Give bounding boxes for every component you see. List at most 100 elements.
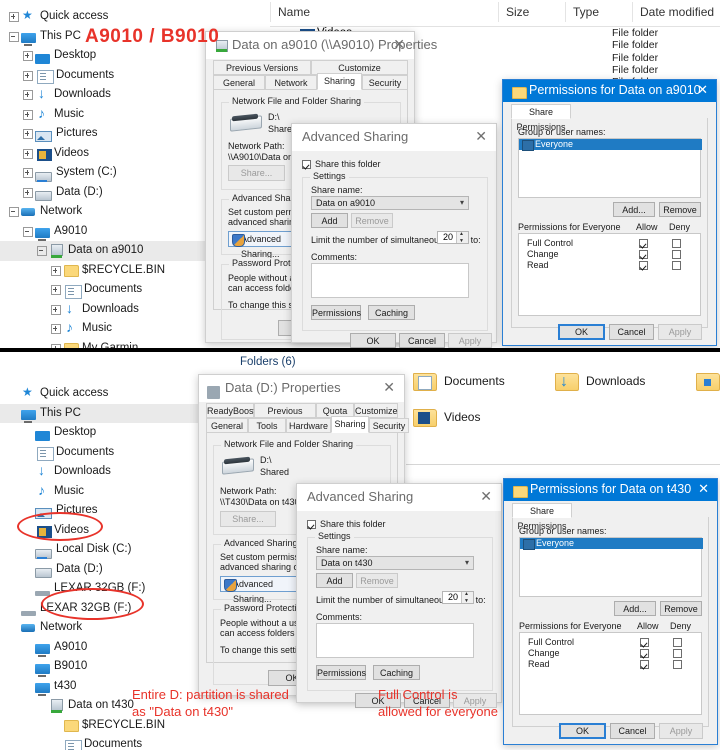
apply-button[interactable]: Apply <box>659 723 703 739</box>
tree-item-data-d[interactable]: Data (D:) <box>0 183 205 203</box>
share-this-folder-checkbox[interactable] <box>302 160 311 169</box>
allow-checkbox[interactable] <box>640 638 649 647</box>
ok-button[interactable]: OK <box>559 723 606 739</box>
deny-checkbox[interactable] <box>673 638 682 647</box>
tile-partial[interactable] <box>695 370 720 392</box>
collapse-icon[interactable] <box>36 245 47 257</box>
tree-item-downloads[interactable]: Downloads <box>0 299 205 320</box>
expand-icon[interactable] <box>22 109 33 120</box>
expand-icon[interactable] <box>22 70 33 81</box>
tab-sharing[interactable]: Sharing <box>331 416 369 433</box>
spinner-arrows-icon[interactable] <box>461 591 473 604</box>
tree-item-music[interactable]: Music <box>0 318 205 339</box>
spinner-arrows-icon[interactable] <box>456 231 468 244</box>
share-button[interactable]: Share... <box>220 511 276 527</box>
caching-button[interactable]: Caching <box>373 665 420 680</box>
tab-security[interactable]: Security <box>362 75 408 90</box>
tree-item-downloads[interactable]: Downloads <box>0 461 205 482</box>
add-button[interactable]: Add <box>316 573 353 588</box>
column-header-date-modified[interactable]: Date modified <box>640 5 714 19</box>
tile-downloads[interactable]: ↓ Downloads <box>554 370 645 392</box>
dialog-titlebar[interactable]: Advanced Sharing ✕ <box>292 124 496 151</box>
dialog-titlebar[interactable]: Data (D:) Properties ✕ <box>199 375 404 402</box>
dialog-titlebar[interactable]: Data on a9010 (\\A9010) Properties ✕ <box>206 32 437 59</box>
allow-checkbox[interactable] <box>639 250 648 259</box>
tree-item-recycle-bin[interactable]: $RECYCLE.BIN <box>0 261 205 281</box>
add-button[interactable]: Add... <box>613 202 655 217</box>
navigation-tree-top[interactable]: Quick access This PC Desktop Documents Downl… <box>0 0 205 348</box>
deny-checkbox[interactable] <box>673 649 682 658</box>
column-header-size[interactable]: Size <box>506 5 529 19</box>
expand-icon[interactable] <box>22 167 33 179</box>
expand-icon[interactable] <box>50 323 61 335</box>
expand-icon[interactable] <box>50 265 61 276</box>
allow-checkbox[interactable] <box>640 649 649 658</box>
share-this-folder-checkbox[interactable] <box>307 520 316 529</box>
close-icon[interactable]: ✕ <box>697 82 708 98</box>
tab-sharing[interactable]: Sharing <box>317 73 362 90</box>
tree-item-quick-access[interactable]: Quick access <box>0 6 205 27</box>
advanced-sharing-dialog-bottom[interactable]: Advanced Sharing ✕ Share this folder Set… <box>296 483 502 708</box>
remove-button[interactable]: Remove <box>351 213 393 228</box>
add-button[interactable]: Add... <box>614 601 656 616</box>
expand-icon[interactable] <box>22 50 33 62</box>
remove-button[interactable]: Remove <box>659 202 701 217</box>
tree-item-downloads[interactable]: Downloads <box>0 84 205 105</box>
tab-general[interactable]: General <box>213 75 265 90</box>
file-list-header[interactable]: Name Size Type Date modified <box>270 0 720 27</box>
tree-item-local-disk-c[interactable]: Local Disk (C:) <box>0 540 205 560</box>
tree-item-desktop[interactable]: Desktop <box>0 46 205 66</box>
cancel-button[interactable]: Cancel <box>610 723 655 739</box>
tab-share-permissions[interactable]: Share Permissions <box>511 104 571 132</box>
tree-item-documents[interactable]: Documents <box>0 735 205 750</box>
tile-videos[interactable]: Videos <box>412 406 480 428</box>
allow-checkbox[interactable] <box>639 261 648 270</box>
user-list[interactable]: Everyone <box>518 138 702 198</box>
tree-item-documents[interactable]: Documents <box>0 280 205 300</box>
permissions-button[interactable]: Permissions <box>311 305 361 320</box>
tree-item-pictures[interactable]: Pictures <box>0 124 205 144</box>
deny-checkbox[interactable] <box>672 250 681 259</box>
comments-input[interactable] <box>316 623 474 658</box>
permissions-dialog-bottom[interactable]: Permissions for Data on t430 ✕ Share Per… <box>503 478 718 745</box>
close-icon[interactable]: ✕ <box>383 379 395 395</box>
apply-button[interactable]: Apply <box>448 333 492 348</box>
allow-checkbox[interactable] <box>639 239 648 248</box>
tree-item-system-c[interactable]: System (C:) <box>0 163 205 183</box>
tree-item-videos[interactable]: Videos <box>0 144 205 164</box>
tab-share-permissions[interactable]: Share Permissions <box>512 503 572 531</box>
tab-tools[interactable]: Tools <box>248 418 286 433</box>
expand-icon[interactable] <box>50 284 61 296</box>
column-header-type[interactable]: Type <box>573 5 599 19</box>
dialog-titlebar[interactable]: Advanced Sharing ✕ <box>297 484 501 511</box>
tree-item-a9010[interactable]: A9010 <box>0 222 205 242</box>
column-header-name[interactable]: Name <box>278 5 310 19</box>
expand-icon[interactable] <box>22 187 33 198</box>
close-icon[interactable]: ✕ <box>480 488 492 504</box>
list-item-everyone[interactable]: Everyone <box>519 139 702 151</box>
deny-checkbox[interactable] <box>672 239 681 248</box>
apply-button[interactable]: Apply <box>658 324 702 340</box>
tree-item-data-on-a9010[interactable]: Data on a9010 <box>0 241 205 261</box>
tree-item-documents[interactable]: Documents <box>0 66 205 86</box>
limit-users-stepper[interactable]: 20 <box>437 231 469 244</box>
advanced-sharing-button[interactable]: Advanced Sharing... <box>220 576 305 604</box>
permissions-button[interactable]: Permissions <box>316 665 366 680</box>
tree-item-desktop[interactable]: Desktop <box>0 423 205 443</box>
expand-icon[interactable] <box>8 11 19 23</box>
tree-item-b9010[interactable]: B9010 <box>0 657 205 677</box>
comments-input[interactable] <box>311 263 469 298</box>
collapse-icon[interactable] <box>8 206 19 218</box>
tree-item-this-pc[interactable]: This PC <box>0 403 205 424</box>
close-icon[interactable]: ✕ <box>393 36 405 52</box>
tree-item-quick-access[interactable]: Quick access <box>0 383 205 404</box>
tree-item-music[interactable]: Music <box>0 481 205 502</box>
deny-checkbox[interactable] <box>672 261 681 270</box>
share-name-combo[interactable]: Data on a9010 ▾ <box>311 196 469 210</box>
collapse-icon[interactable] <box>8 31 19 42</box>
cancel-button[interactable]: Cancel <box>399 333 445 348</box>
tree-item-network[interactable]: Network <box>0 202 205 222</box>
share-button[interactable]: Share... <box>228 165 285 181</box>
caching-button[interactable]: Caching <box>368 305 415 320</box>
ok-button[interactable]: OK <box>558 324 605 340</box>
